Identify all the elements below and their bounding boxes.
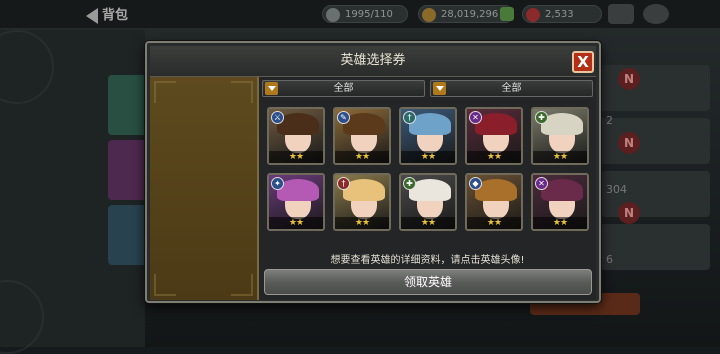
hero-card[interactable]: ✚ ★★ — [531, 107, 589, 165]
add-gold-button[interactable] — [500, 7, 514, 21]
inventory-tab[interactable] — [108, 75, 148, 135]
hero-stars: ★★ — [269, 151, 323, 163]
new-badge: N — [618, 132, 640, 154]
ornament — [154, 81, 176, 103]
hero-stars: ★★ — [335, 217, 389, 229]
wand-icon: ✦ — [271, 177, 284, 190]
gem-icon — [526, 8, 540, 22]
hero-card[interactable]: ✦ ★★ — [267, 173, 325, 231]
cross-icon: ✚ — [535, 111, 548, 124]
item-count: 2 — [606, 114, 613, 127]
crossed-swords-icon: ✕ — [535, 177, 548, 190]
ornament — [231, 81, 253, 103]
hero-stars: ★★ — [533, 217, 587, 229]
list-item[interactable] — [600, 65, 710, 111]
hero-grid-panel: 全部 全部 ⚔ ★★ ✎ ★★ † ★★ ✕ ★★ ✚ ★★ ✦ ★★ † ★★ ✚ ★★ ◆ ★★ ✕ ★★ 想要查… — [259, 77, 596, 300]
chat-button[interactable] — [643, 4, 669, 24]
hero-stars: ★★ — [467, 217, 521, 229]
dialog-title: 英雄选择券 — [340, 53, 406, 68]
stamina-value: 1995/110 — [345, 9, 393, 20]
gem-value: 2,533 — [545, 9, 574, 20]
hero-card[interactable]: ✕ ★★ — [531, 173, 589, 231]
hero-card[interactable]: ✚ ★★ — [399, 173, 457, 231]
dialog-title-bar: 英雄选择券 — [150, 46, 596, 77]
mail-button[interactable] — [608, 4, 634, 24]
filter-label: 全部 — [333, 83, 354, 94]
hero-stars: ★★ — [335, 151, 389, 163]
hero-card[interactable]: † ★★ — [333, 173, 391, 231]
top-bar: 背包 1995/110 28,019,296 2,533 — [0, 0, 720, 28]
back-label: 背包 — [102, 8, 129, 23]
hero-card[interactable]: † ★★ — [399, 107, 457, 165]
filter-label: 全部 — [501, 83, 522, 94]
ornament — [231, 274, 253, 296]
gold-value: 28,019,296 — [441, 9, 499, 20]
hero-stars: ★★ — [401, 217, 455, 229]
list-item[interactable] — [600, 118, 710, 164]
lightning-icon — [326, 8, 340, 22]
ornament — [0, 280, 44, 354]
new-badge: N — [618, 202, 640, 224]
back-button[interactable]: 背包 — [86, 4, 128, 24]
gem-counter: 2,533 — [522, 5, 602, 23]
item-count: 304 — [606, 183, 627, 196]
new-badge: N — [618, 68, 640, 90]
crossed-swords-icon: ✕ — [469, 111, 482, 124]
staff-icon: † — [337, 177, 350, 190]
class-filter-dropdown[interactable]: 全部 — [262, 80, 425, 97]
element-filter-dropdown[interactable]: 全部 — [430, 80, 593, 97]
close-icon: X — [577, 53, 589, 71]
wrench-icon: ✎ — [337, 111, 350, 124]
item-count: 6 — [606, 253, 613, 266]
close-button[interactable]: X — [572, 51, 594, 73]
hero-preview-panel — [150, 77, 259, 300]
hero-card[interactable]: ⚔ ★★ — [267, 107, 325, 165]
hero-stars: ★★ — [269, 217, 323, 229]
claim-hero-button[interactable]: 领取英雄 — [264, 269, 592, 295]
claim-hero-label: 领取英雄 — [403, 275, 452, 289]
sword-icon: ⚔ — [271, 111, 284, 124]
hero-stars: ★★ — [533, 151, 587, 163]
cross-icon: ✚ — [403, 177, 416, 190]
hero-stars: ★★ — [467, 151, 521, 163]
inventory-tab[interactable] — [108, 205, 148, 265]
list-item[interactable] — [600, 224, 710, 270]
shield-icon: ◆ — [469, 177, 482, 190]
ornament — [154, 274, 176, 296]
gold-coin-icon — [422, 8, 436, 22]
back-arrow-icon — [86, 7, 98, 24]
hint-text: 想要查看英雄的详细资料，请点击英雄头像! — [330, 255, 525, 266]
hero-stars: ★★ — [401, 151, 455, 163]
hero-selection-dialog: 英雄选择券 X 全部 全部 ⚔ ★★ ✎ ★★ † ★★ ✕ ★★ ✚ ★★ ✦ ★★ † ★★ ✚ ★★ ◆ ★… — [145, 41, 601, 303]
hero-card[interactable]: ◆ ★★ — [465, 173, 523, 231]
inventory-tab[interactable] — [108, 140, 148, 200]
staff-icon: † — [403, 111, 416, 124]
hero-card[interactable]: ✎ ★★ — [333, 107, 391, 165]
ornament — [0, 30, 54, 104]
stamina-counter: 1995/110 — [322, 5, 408, 23]
hero-card[interactable]: ✕ ★★ — [465, 107, 523, 165]
